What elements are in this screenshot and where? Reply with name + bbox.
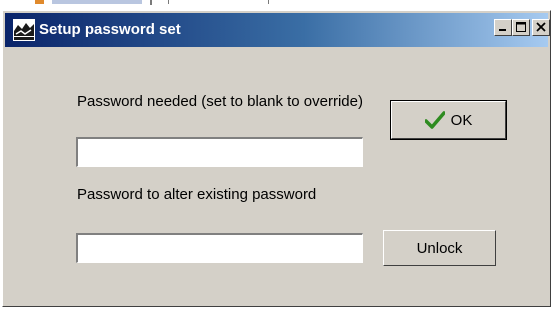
background-fragment <box>268 0 269 4</box>
ok-button-label: OK <box>450 111 473 129</box>
background-taskbar-strip <box>0 0 553 10</box>
alter-password-field[interactable] <box>76 233 363 263</box>
checkmark-icon <box>424 111 445 129</box>
password-needed-label: Password needed (set to blank to overrid… <box>77 93 363 110</box>
ok-button[interactable]: OK <box>390 100 507 140</box>
background-fragment <box>52 0 142 4</box>
background-fragment <box>168 0 169 4</box>
unlock-button-label: Unlock <box>416 239 463 257</box>
background-fragment <box>150 0 152 5</box>
background-fragment <box>35 0 44 4</box>
password-needed-field[interactable] <box>76 137 363 167</box>
app-icon <box>13 19 35 41</box>
close-icon <box>536 19 546 37</box>
title-bar[interactable]: Setup password set <box>5 13 550 47</box>
minimize-icon <box>498 19 508 37</box>
maximize-button[interactable] <box>512 19 530 36</box>
setup-password-dialog: Setup password set Password needed (set … <box>2 10 551 307</box>
minimize-button[interactable] <box>494 19 512 36</box>
unlock-button[interactable]: Unlock <box>383 230 496 266</box>
maximize-icon <box>516 19 526 37</box>
close-button[interactable] <box>532 19 550 36</box>
alter-password-label: Password to alter existing password <box>77 186 317 203</box>
window-title: Setup password set <box>39 21 181 38</box>
